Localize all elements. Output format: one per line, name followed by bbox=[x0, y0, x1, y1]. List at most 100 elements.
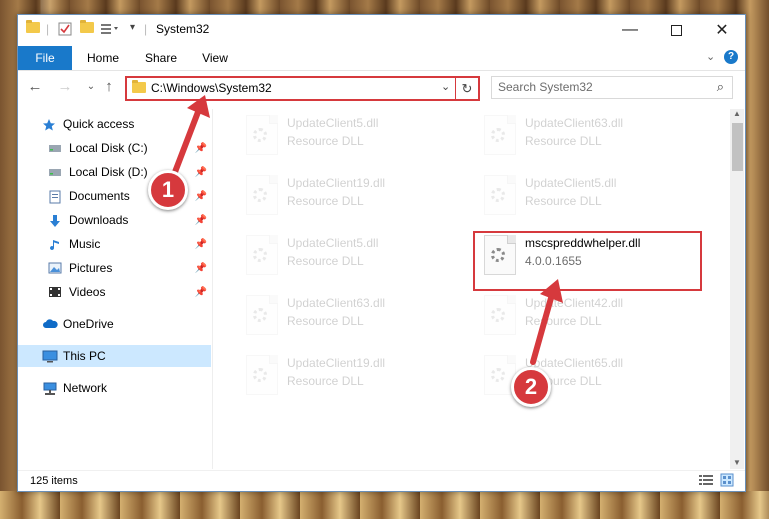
file-item[interactable]: UpdateClient63.dll Resource DLL bbox=[476, 112, 696, 158]
tab-view[interactable]: View bbox=[194, 46, 236, 70]
documents-icon bbox=[48, 190, 62, 204]
explorer-window: | ▾ | System32 — ✕ File Home Share View … bbox=[17, 14, 746, 492]
file-item[interactable]: UpdateClient5.dll Resource DLL bbox=[238, 232, 458, 278]
videos-icon bbox=[48, 286, 62, 298]
pin-icon[interactable]: 📌 bbox=[195, 143, 207, 154]
close-button[interactable]: ✕ bbox=[699, 15, 745, 45]
desktop-background-bottom bbox=[0, 491, 769, 519]
sidebar-item-this-pc[interactable]: This PC bbox=[18, 345, 211, 367]
properties-icon[interactable] bbox=[58, 22, 72, 36]
back-icon[interactable]: ← bbox=[26, 77, 44, 97]
sidebar-item-music[interactable]: Music 📌 bbox=[18, 233, 211, 255]
callout-2: 2 bbox=[511, 367, 551, 407]
file-item[interactable]: UpdateClient5.dll Resource DLL bbox=[476, 172, 696, 218]
scroll-up-icon[interactable]: ▲ bbox=[733, 109, 741, 118]
sidebar-item-local-disk-c[interactable]: Local Disk (C:) 📌 bbox=[18, 137, 211, 159]
sidebar-item-pictures[interactable]: Pictures 📌 bbox=[18, 257, 211, 279]
cloud-icon bbox=[42, 318, 58, 330]
file-name: UpdateClient19.dll bbox=[287, 356, 386, 370]
dll-file-icon bbox=[246, 355, 278, 395]
sidebar-item-downloads[interactable]: Downloads 📌 bbox=[18, 209, 211, 231]
sidebar-item-label: Local Disk (D:) bbox=[69, 165, 148, 179]
dll-file-icon bbox=[246, 115, 278, 155]
file-description: Resource DLL bbox=[525, 194, 602, 208]
sidebar-item-videos[interactable]: Videos 📌 bbox=[18, 281, 211, 303]
tab-file[interactable]: File bbox=[18, 46, 72, 70]
scroll-down-icon[interactable]: ▼ bbox=[733, 458, 741, 467]
pin-icon[interactable]: 📌 bbox=[195, 239, 207, 250]
details-view-icon[interactable] bbox=[698, 474, 714, 489]
help-icon[interactable]: ? bbox=[724, 50, 738, 64]
music-icon bbox=[48, 238, 62, 251]
dll-file-icon bbox=[246, 235, 278, 275]
pictures-icon bbox=[48, 262, 62, 274]
customize-toolbar-icon[interactable] bbox=[100, 22, 122, 36]
pin-icon[interactable]: 📌 bbox=[195, 215, 207, 226]
drive-icon bbox=[48, 166, 62, 178]
callout-1: 1 bbox=[148, 170, 188, 210]
dll-file-icon bbox=[246, 175, 278, 215]
folder-icon bbox=[132, 80, 146, 93]
maximize-button[interactable] bbox=[653, 15, 699, 45]
file-item[interactable]: UpdateClient5.dll Resource DLL bbox=[238, 112, 458, 158]
address-bar[interactable]: C:\Windows\System32 ⌄ ↻ bbox=[125, 76, 480, 101]
pin-icon[interactable]: 📌 bbox=[195, 191, 207, 202]
large-icons-view-icon[interactable] bbox=[720, 473, 734, 490]
drive-icon bbox=[48, 142, 62, 154]
scrollbar-thumb[interactable] bbox=[732, 123, 743, 171]
file-highlight-box bbox=[473, 231, 702, 291]
vertical-scrollbar[interactable]: ▲ ▼ bbox=[730, 109, 744, 469]
dll-file-icon bbox=[484, 115, 516, 155]
sidebar-item-label: Local Disk (C:) bbox=[69, 141, 148, 155]
file-description: Resource DLL bbox=[525, 134, 602, 148]
file-description: Resource DLL bbox=[287, 254, 364, 268]
window-title: System32 bbox=[156, 22, 210, 36]
address-dropdown-icon[interactable]: ⌄ bbox=[441, 80, 450, 93]
search-placeholder: Search System32 bbox=[498, 80, 593, 94]
sidebar-item-label: Quick access bbox=[63, 117, 135, 131]
file-item[interactable]: UpdateClient19.dll Resource DLL bbox=[238, 172, 458, 218]
sidebar-item-label: OneDrive bbox=[63, 317, 114, 331]
quick-access-dropdown-icon[interactable]: ▾ bbox=[130, 22, 135, 33]
file-item[interactable]: UpdateClient65.dll Resource DLL bbox=[476, 352, 696, 398]
sidebar-item-network[interactable]: Network bbox=[18, 377, 211, 399]
file-description: Resource DLL bbox=[287, 374, 364, 388]
forward-icon[interactable]: → bbox=[56, 77, 74, 97]
recent-locations-icon[interactable]: ⌄ bbox=[82, 77, 100, 97]
pin-icon[interactable]: 📌 bbox=[195, 263, 207, 274]
pin-icon[interactable]: 📌 bbox=[195, 287, 207, 298]
file-item[interactable]: UpdateClient19.dll Resource DLL bbox=[238, 352, 458, 398]
file-name: UpdateClient42.dll bbox=[525, 296, 624, 310]
file-description: Resource DLL bbox=[287, 194, 364, 208]
file-name: UpdateClient65.dll bbox=[525, 356, 624, 370]
search-icon[interactable]: ⌕ bbox=[717, 79, 724, 95]
minimize-button[interactable]: — bbox=[607, 15, 653, 45]
tab-share[interactable]: Share bbox=[138, 46, 184, 70]
file-description: Resource DLL bbox=[525, 314, 602, 328]
sidebar-item-label: Network bbox=[63, 381, 108, 395]
file-item[interactable]: UpdateClient42.dll Resource DLL bbox=[476, 292, 696, 338]
file-item[interactable]: UpdateClient63.dll Resource DLL bbox=[238, 292, 458, 338]
new-folder-icon[interactable] bbox=[80, 20, 94, 33]
folder-icon bbox=[26, 20, 40, 33]
sidebar-item-label: Videos bbox=[69, 285, 106, 299]
search-input[interactable]: Search System32 ⌕ bbox=[491, 76, 733, 99]
star-icon bbox=[42, 118, 56, 131]
navigation-pane: Quick access Local Disk (C:) 📌 Local Dis… bbox=[18, 109, 213, 469]
sidebar-item-label: Downloads bbox=[69, 213, 129, 227]
file-description: Resource DLL bbox=[287, 314, 364, 328]
ribbon: File Home Share View ⌄ ? bbox=[18, 46, 745, 71]
expand-ribbon-icon[interactable]: ⌄ bbox=[706, 50, 715, 63]
file-name: UpdateClient63.dll bbox=[525, 116, 624, 130]
refresh-icon[interactable]: ↻ bbox=[455, 78, 478, 99]
up-icon[interactable]: ↑ bbox=[100, 77, 118, 97]
sidebar-item-onedrive[interactable]: OneDrive bbox=[18, 313, 211, 335]
file-name: UpdateClient63.dll bbox=[287, 296, 386, 310]
dll-file-icon bbox=[246, 295, 278, 335]
sidebar-item-quick-access[interactable]: Quick access bbox=[18, 113, 211, 135]
tab-home[interactable]: Home bbox=[78, 46, 128, 70]
file-name: UpdateClient5.dll bbox=[525, 176, 617, 190]
sidebar-item-label: This PC bbox=[63, 349, 106, 363]
dll-file-icon bbox=[484, 295, 516, 335]
pin-icon[interactable]: 📌 bbox=[195, 167, 207, 178]
